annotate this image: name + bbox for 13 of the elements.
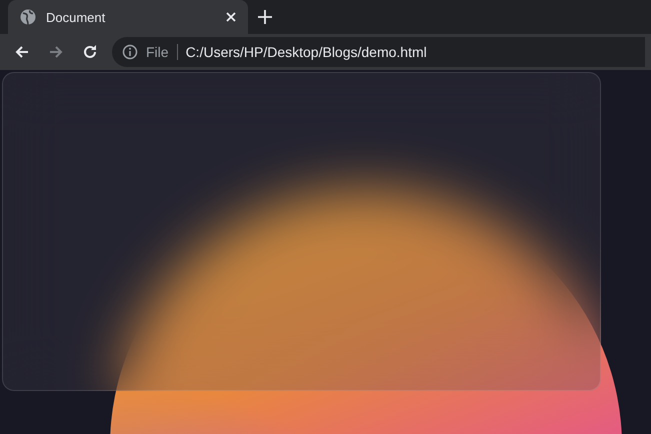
reload-icon xyxy=(82,44,98,60)
info-icon xyxy=(122,44,138,60)
close-icon xyxy=(226,12,236,22)
scheme-label: File xyxy=(146,44,178,60)
url-text: C:/Users/HP/Desktop/Blogs/demo.html xyxy=(186,44,427,60)
globe-icon xyxy=(20,9,36,25)
back-icon xyxy=(14,44,30,60)
forward-icon xyxy=(48,44,64,60)
plus-icon xyxy=(258,10,272,24)
address-bar[interactable]: File C:/Users/HP/Desktop/Blogs/demo.html xyxy=(112,37,645,67)
close-tab-button[interactable] xyxy=(224,10,238,24)
browser-tab[interactable]: Document xyxy=(8,0,248,34)
tab-title: Document xyxy=(46,10,106,24)
